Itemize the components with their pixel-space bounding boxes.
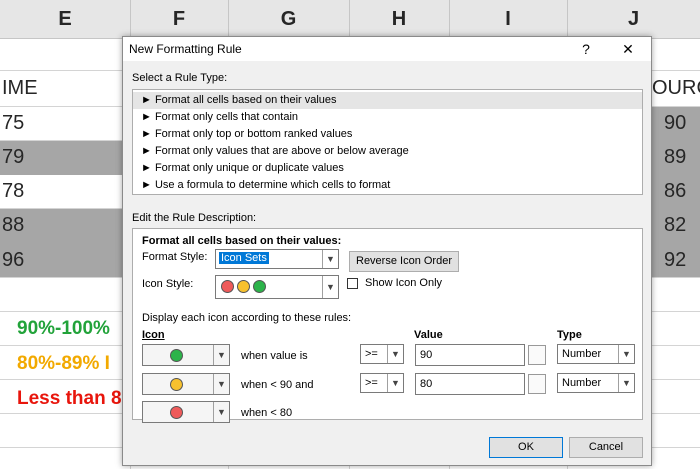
show-icon-only-label: Show Icon Only [365,277,443,289]
column-header-e[interactable]: E [0,0,131,38]
rule-type-list: ► Format all cells based on their values… [132,89,643,195]
operator-select[interactable]: >= ▼ [360,373,404,393]
ok-button[interactable]: OK [489,437,563,458]
type-value: Number [562,348,602,360]
legend-yellow: 80%-89% I [17,353,110,374]
rule-condition: when < 90 and [241,379,314,391]
format-style-label: Format Style: [142,251,208,263]
close-icon[interactable]: ✕ [613,39,643,59]
chevron-down-icon[interactable]: ▼ [322,276,338,298]
rule-type-item[interactable]: ► Format only values that are above or b… [133,143,642,160]
column-header-h[interactable]: H [349,0,450,38]
column-header-i[interactable]: I [449,0,568,38]
format-style-value: Icon Sets [219,252,269,264]
type-select[interactable]: Number ▼ [557,373,635,393]
type-column-header: Type [557,329,582,341]
cell-value[interactable]: 88 [2,214,24,237]
red-circle-icon [221,280,234,293]
chevron-down-icon[interactable]: ▼ [322,250,338,268]
legend-green: 90%-100% [17,318,110,339]
show-icon-only-checkbox[interactable] [347,278,358,289]
yellow-circle-icon [170,378,183,391]
rule-type-item[interactable]: ► Format only top or bottom ranked value… [133,126,642,143]
header-cell-time[interactable]: IME [2,77,38,100]
format-all-heading: Format all cells based on their values: [142,235,342,247]
chevron-down-icon[interactable]: ▼ [213,345,229,365]
column-header-bar: E F G H I J [0,0,700,39]
rule-type-item[interactable]: ► Format only cells that contain [133,109,642,126]
value-input[interactable]: 80 [415,373,525,395]
icon-select-yellow[interactable]: ▼ [142,373,230,395]
cell-value[interactable]: 78 [2,180,24,203]
column-header-j[interactable]: J [567,0,700,38]
header-cell-source[interactable]: OURC [652,77,700,100]
icon-style-select[interactable]: ▼ [215,275,339,299]
rule-condition: when < 80 [241,407,293,419]
reverse-icon-order-button[interactable]: Reverse Icon Order [349,251,459,272]
cell-value[interactable]: 90 [664,112,686,135]
cell-value[interactable]: 96 [2,249,24,272]
type-value: Number [562,377,602,389]
value-input[interactable]: 90 [415,344,525,366]
rule-type-item[interactable]: ► Use a formula to determine which cells… [133,177,642,194]
edit-rule-description-label: Edit the Rule Description: [132,212,257,224]
dialog-titlebar[interactable]: New Formatting Rule ? ✕ [123,37,651,61]
cell-value[interactable]: 82 [664,214,686,237]
green-circle-icon [253,280,266,293]
icon-style-preview [221,280,269,293]
yellow-circle-icon [237,280,250,293]
value-column-header: Value [414,329,443,341]
rule-type-item[interactable]: ► Format only unique or duplicate values [133,160,642,177]
operator-select[interactable]: >= ▼ [360,344,404,364]
range-picker-icon[interactable] [528,345,546,365]
icon-style-label: Icon Style: [142,278,194,290]
legend-red: Less than 8 [17,388,122,409]
type-select[interactable]: Number ▼ [557,344,635,364]
chevron-down-icon[interactable]: ▼ [618,345,634,363]
green-circle-icon [170,349,183,362]
rule-condition: when value is [241,350,308,362]
display-rules-label: Display each icon according to these rul… [142,312,352,324]
range-picker-icon[interactable] [528,374,546,394]
cell-value[interactable]: 79 [2,146,24,169]
icon-select-green[interactable]: ▼ [142,344,230,366]
help-button[interactable]: ? [571,39,601,59]
column-header-f[interactable]: F [130,0,229,38]
cell-value[interactable]: 92 [664,249,686,272]
cell-value[interactable]: 75 [2,112,24,135]
chevron-down-icon[interactable]: ▼ [618,374,634,392]
icon-column-header: Icon [142,329,165,341]
rule-description-panel: Format all cells based on their values: … [132,228,643,423]
column-header-g[interactable]: G [228,0,350,38]
dialog-title: New Formatting Rule [129,42,242,56]
chevron-down-icon[interactable]: ▼ [387,374,403,392]
cancel-button[interactable]: Cancel [569,437,643,458]
chevron-down-icon[interactable]: ▼ [213,402,229,422]
operator-value: >= [365,348,378,360]
format-style-select[interactable]: Icon Sets ▼ [215,249,339,269]
select-rule-type-label: Select a Rule Type: [132,72,228,84]
chevron-down-icon[interactable]: ▼ [213,374,229,394]
operator-value: >= [365,377,378,389]
icon-select-red[interactable]: ▼ [142,401,230,423]
rule-type-item[interactable]: ► Format all cells based on their values [133,92,642,109]
chevron-down-icon[interactable]: ▼ [387,345,403,363]
new-formatting-rule-dialog: New Formatting Rule ? ✕ Select a Rule Ty… [122,36,652,466]
cell-value[interactable]: 89 [664,146,686,169]
cell-value[interactable]: 86 [664,180,686,203]
red-circle-icon [170,406,183,419]
